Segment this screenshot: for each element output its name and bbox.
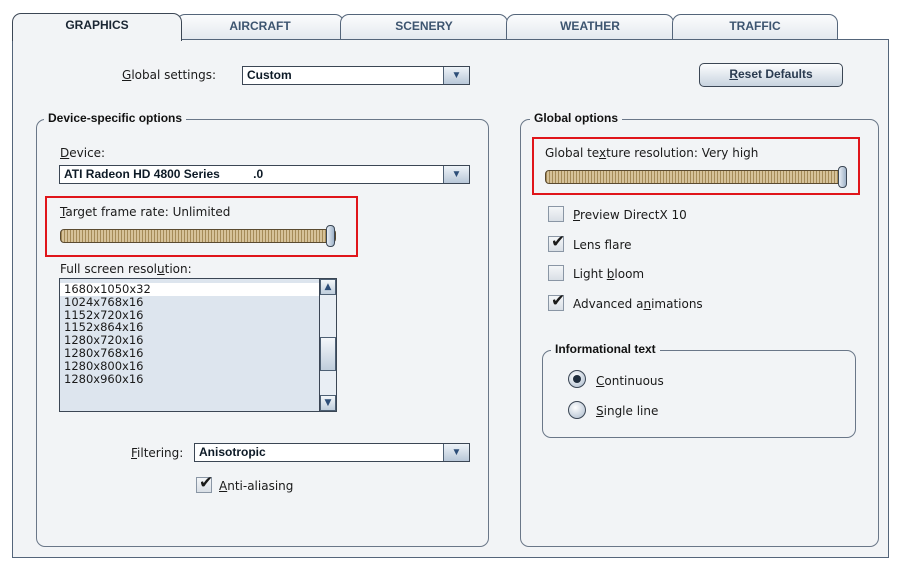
texture-label: Global texture resolution: Very high xyxy=(545,146,759,160)
frame-rate-slider-thumb[interactable] xyxy=(326,225,335,247)
device-label: Device: xyxy=(60,146,106,160)
anti-aliasing-label[interactable]: Anti-aliasing xyxy=(219,479,293,493)
resolution-scrollbar[interactable]: ▲ ▼ xyxy=(319,279,336,411)
texture-slider-thumb[interactable] xyxy=(838,166,847,188)
list-item[interactable]: 1024x768x16 xyxy=(60,295,336,309)
global-settings-dropdown[interactable]: Custom ▼ xyxy=(242,66,470,85)
lens-flare-checkbox[interactable]: ✔ xyxy=(548,232,565,252)
light-bloom-label[interactable]: Light bloom xyxy=(573,267,644,281)
scroll-up-icon[interactable]: ▲ xyxy=(320,279,336,295)
advanced-animations-label[interactable]: Advanced animations xyxy=(573,297,703,311)
scroll-thumb[interactable] xyxy=(320,337,336,371)
info-text-title: Informational text xyxy=(551,342,660,356)
scroll-down-icon[interactable]: ▼ xyxy=(320,395,336,411)
check-icon: ✔ xyxy=(199,473,214,493)
advanced-animations-checkbox[interactable]: ✔ xyxy=(548,291,565,311)
global-settings-label: Global settings: xyxy=(122,68,217,82)
texture-slider[interactable] xyxy=(545,170,843,184)
preview-dx10-label[interactable]: Preview DirectX 10 xyxy=(573,208,687,222)
anti-aliasing-checkbox[interactable]: ✔ xyxy=(196,473,213,493)
continuous-label[interactable]: Continuous xyxy=(596,374,664,388)
resolution-label: Full screen resolution: xyxy=(60,262,192,276)
tab-graphics[interactable]: GRAPHICS xyxy=(12,13,182,41)
device-options-title: Device-specific options xyxy=(44,111,187,125)
preview-dx10-checkbox[interactable] xyxy=(548,206,564,222)
tab-scenery[interactable]: SCENERY xyxy=(340,14,508,40)
check-icon: ✔ xyxy=(551,291,566,311)
chevron-down-icon[interactable]: ▼ xyxy=(443,166,469,183)
frame-rate-label: Target frame rate: Unlimited xyxy=(60,205,231,219)
list-item[interactable]: 1680x1050x32 xyxy=(60,283,336,296)
single-line-label[interactable]: Single line xyxy=(596,404,658,418)
info-text-group xyxy=(542,350,856,438)
lens-flare-label[interactable]: Lens flare xyxy=(573,238,632,252)
device-dropdown[interactable]: ATI Radeon HD 4800 Series .0 ▼ xyxy=(59,165,470,184)
filtering-label: Filtering: xyxy=(131,446,184,460)
chevron-down-icon[interactable]: ▼ xyxy=(443,444,469,461)
list-item[interactable]: 1280x768x16 xyxy=(60,347,336,360)
check-icon: ✔ xyxy=(551,232,566,252)
frame-rate-slider[interactable] xyxy=(60,229,336,243)
chevron-down-icon[interactable]: ▼ xyxy=(443,67,469,84)
reset-defaults-button[interactable]: Reset Defaults xyxy=(699,63,843,87)
tab-traffic[interactable]: TRAFFIC xyxy=(672,14,838,40)
radio-selected-dot xyxy=(573,375,581,383)
device-value: ATI Radeon HD 4800 Series .0 xyxy=(64,167,264,181)
tab-weather[interactable]: WEATHER xyxy=(506,14,674,40)
light-bloom-checkbox[interactable] xyxy=(548,265,564,281)
global-options-title: Global options xyxy=(530,111,622,125)
list-item[interactable]: 1280x960x16 xyxy=(60,372,336,386)
continuous-radio[interactable] xyxy=(568,370,586,388)
global-settings-value: Custom xyxy=(247,68,292,82)
list-item[interactable]: 1280x800x16 xyxy=(60,359,336,373)
resolution-listbox[interactable]: 1680x1050x32 1024x768x16 1152x720x16 115… xyxy=(59,278,337,412)
filtering-dropdown[interactable]: Anisotropic ▼ xyxy=(194,443,470,462)
single-line-radio[interactable] xyxy=(568,401,586,419)
resolution-rows: 1680x1050x32 1024x768x16 1152x720x16 115… xyxy=(60,279,336,385)
tab-aircraft[interactable]: AIRCRAFT xyxy=(176,14,344,40)
filtering-value: Anisotropic xyxy=(199,445,266,459)
